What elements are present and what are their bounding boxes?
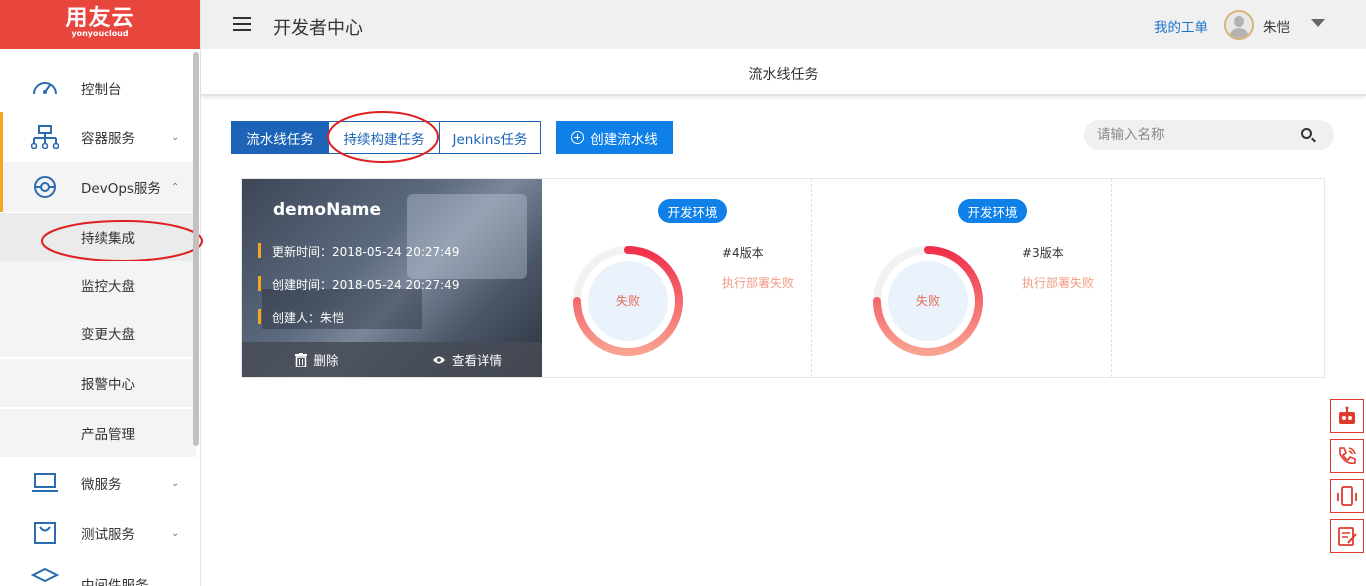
devops-icon xyxy=(34,176,56,198)
version-label: #3版本 xyxy=(1022,246,1064,260)
sidebar-item-microservice[interactable]: 微服务 ⌄ xyxy=(0,458,196,508)
updated-time: 更新时间：2018-05-24 20:27:49 xyxy=(258,243,459,260)
sidebar-item-label: 容器服务 xyxy=(81,131,135,147)
sidebar-scrollbar[interactable] xyxy=(193,52,199,446)
sidebar-item-label: DevOps服务 xyxy=(81,181,161,197)
phone-icon xyxy=(1339,447,1356,465)
laptop-icon xyxy=(32,473,58,492)
deploy-status: 执行部署失败 xyxy=(722,276,795,290)
logo-sub: yonyoucloud xyxy=(71,29,129,38)
highlight-ellipse-tab xyxy=(327,111,439,163)
pipeline-card: demoName 更新时间：2018-05-24 20:27:49 创建时间：2… xyxy=(241,178,1325,378)
edit-note-icon xyxy=(1338,527,1357,546)
phone-button[interactable] xyxy=(1330,439,1364,473)
create-pipeline-label: 创建流水线 xyxy=(590,131,658,148)
sidebar-item-label: 报警中心 xyxy=(81,377,135,393)
top-header: 开发者中心 我的工单 朱恺 xyxy=(201,0,1366,49)
robot-help-button[interactable] xyxy=(1330,399,1364,433)
logo-brand: 用友云 xyxy=(65,6,135,31)
env-stage-1[interactable]: 开发环境 失败 #4版本 执行部署失败 xyxy=(542,179,812,377)
sidebar-item-product[interactable]: 产品管理 xyxy=(0,409,196,457)
ring-status-label: 失败 xyxy=(615,294,640,308)
dashboard-icon xyxy=(33,82,57,95)
sidebar-item-label: 测试服务 xyxy=(81,527,135,543)
logo[interactable]: 用友云 yonyoucloud xyxy=(0,0,200,49)
sidebar-item-label: 控制台 xyxy=(81,82,122,98)
my-work-order-link[interactable]: 我的工单 xyxy=(1154,16,1208,36)
page-title: 流水线任务 xyxy=(748,67,819,83)
sidebar-item-container[interactable]: 容器服务 ⌄ xyxy=(0,112,196,162)
view-details-label: 查看详情 xyxy=(451,353,502,368)
env-badge: 开发环境 xyxy=(958,199,1027,223)
chevron-down-icon: ⌄ xyxy=(171,527,180,539)
create-pipeline-button[interactable]: 创建流水线 xyxy=(556,121,673,154)
bag-icon xyxy=(34,522,56,544)
chevron-down-icon: ⌄ xyxy=(171,131,180,143)
ring-status-label: 失败 xyxy=(915,294,940,308)
env-stage-2[interactable]: 开发环境 失败 #3版本 执行部署失败 xyxy=(842,179,1112,377)
search-input[interactable] xyxy=(1097,126,1287,144)
chevron-up-icon: ⌃ xyxy=(171,181,180,193)
delete-button[interactable]: 删除 xyxy=(242,342,392,377)
search-box xyxy=(1084,120,1334,150)
sidebar-item-label: 产品管理 xyxy=(81,427,135,443)
layers-icon xyxy=(31,568,59,583)
deploy-status: 执行部署失败 xyxy=(1022,276,1095,290)
sidebar-item-label: 中间件服务 xyxy=(81,578,149,586)
sidebar-item-middleware[interactable]: 中间件服务 xyxy=(0,558,196,586)
sidebar: 用友云 yonyoucloud 控制台 容器服务 ⌄ DevOps服务 ⌃ 持续… xyxy=(0,0,203,586)
page-title-bar: 流水线任务 xyxy=(201,49,1366,96)
card-actions: 删除 查看详情 xyxy=(242,342,542,377)
created-time: 创建时间：2018-05-24 20:27:49 xyxy=(258,276,459,293)
mobile-icon xyxy=(1337,486,1357,506)
tab-pipeline[interactable]: 流水线任务 xyxy=(231,121,329,154)
sidebar-item-label: 变更大盘 xyxy=(81,327,135,343)
mobile-button[interactable] xyxy=(1330,479,1364,513)
sidebar-item-testing[interactable]: 测试服务 ⌄ xyxy=(0,508,196,558)
username[interactable]: 朱恺 xyxy=(1263,16,1290,36)
eye-icon xyxy=(432,356,445,363)
sidebar-item-change[interactable]: 变更大盘 xyxy=(0,309,196,357)
feedback-button[interactable] xyxy=(1330,519,1364,553)
sidebar-item-console[interactable]: 控制台 xyxy=(0,63,196,113)
chevron-down-icon: ⌄ xyxy=(171,477,180,489)
menu-icon[interactable] xyxy=(233,17,251,31)
view-details-button[interactable]: 查看详情 xyxy=(392,342,542,377)
trash-icon xyxy=(295,352,308,367)
search-icon[interactable] xyxy=(1301,128,1312,139)
app-title: 开发者中心 xyxy=(273,18,363,39)
version-label: #4版本 xyxy=(722,246,764,260)
robot-icon xyxy=(1339,406,1355,424)
card-info-panel: demoName 更新时间：2018-05-24 20:27:49 创建时间：2… xyxy=(242,179,542,377)
highlight-ellipse-ci xyxy=(41,220,203,262)
sidebar-item-monitor[interactable]: 监控大盘 xyxy=(0,261,196,309)
creator: 创建人：朱恺 xyxy=(258,309,344,326)
pipeline-name[interactable]: demoName xyxy=(273,200,381,220)
caret-down-icon[interactable] xyxy=(1311,19,1325,27)
sidebar-item-alarm[interactable]: 报警中心 xyxy=(0,359,196,407)
tab-jenkins[interactable]: Jenkins任务 xyxy=(440,121,541,154)
sidebar-item-label: 监控大盘 xyxy=(81,279,135,295)
delete-label: 删除 xyxy=(313,353,339,368)
avatar[interactable] xyxy=(1224,10,1254,40)
sidebar-item-label: 微服务 xyxy=(81,477,122,493)
plus-circle-icon xyxy=(571,131,585,144)
env-badge: 开发环境 xyxy=(658,199,727,223)
network-icon xyxy=(31,125,59,149)
sidebar-item-devops[interactable]: DevOps服务 ⌃ xyxy=(0,162,196,212)
